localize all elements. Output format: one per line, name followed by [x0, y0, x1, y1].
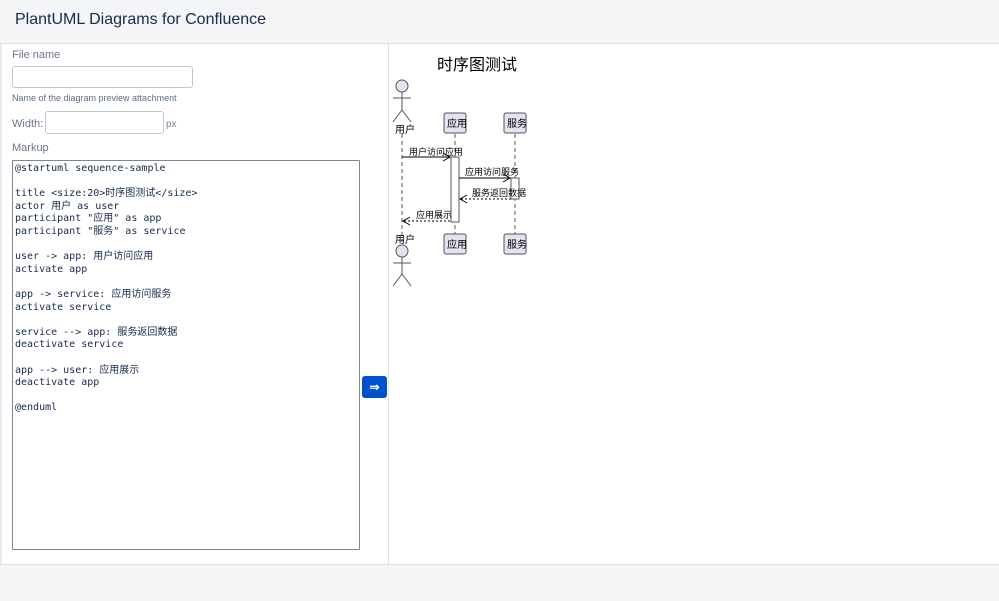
actor-user-top-label: 用户 — [395, 123, 415, 136]
message-4-label: 应用展示 — [416, 209, 452, 221]
message-2-label: 应用访问服务 — [465, 166, 519, 178]
actor-user-bottom-icon — [392, 244, 412, 287]
message-1-label: 用户访问应用 — [409, 146, 463, 158]
sequence-diagram: 时序图测试 用户 应用 服务 用户访问应用 应用访问服务 服务返回数据 应用展示… — [392, 55, 527, 287]
app-header: PlantUML Diagrams for Confluence — [0, 0, 999, 44]
main-panel: File name Name of the diagram preview at… — [2, 44, 999, 564]
file-name-label: File name — [12, 49, 61, 61]
participant-service-top-label: 服务 — [507, 117, 527, 130]
file-name-input[interactable] — [12, 66, 193, 88]
activation-app — [450, 156, 460, 223]
actor-user-top-icon — [392, 79, 412, 123]
markup-textarea[interactable]: @startuml sequence-sample title <size:20… — [12, 160, 360, 550]
app-footer — [0, 564, 999, 601]
width-unit: px — [166, 119, 177, 130]
participant-app-top-label: 应用 — [447, 117, 467, 130]
markup-form: File name Name of the diagram preview at… — [2, 44, 388, 564]
participant-service-bottom-label: 服务 — [507, 238, 527, 251]
message-3-label: 服务返回数据 — [472, 187, 526, 199]
actor-user-bottom-label: 用户 — [395, 233, 415, 246]
diagram-preview: 时序图测试 用户 应用 服务 用户访问应用 应用访问服务 服务返回数据 应用展示… — [389, 44, 999, 564]
file-name-hint: Name of the diagram preview attachment — [12, 93, 177, 103]
width-label: Width: — [12, 118, 44, 130]
participant-app-bottom-label: 应用 — [447, 238, 467, 251]
markup-label: Markup — [12, 142, 49, 154]
convert-button[interactable]: ⇒ — [362, 376, 387, 398]
page-title: PlantUML Diagrams for Confluence — [15, 11, 267, 28]
diagram-title: 时序图测试 — [437, 55, 517, 74]
width-input[interactable] — [45, 111, 164, 134]
